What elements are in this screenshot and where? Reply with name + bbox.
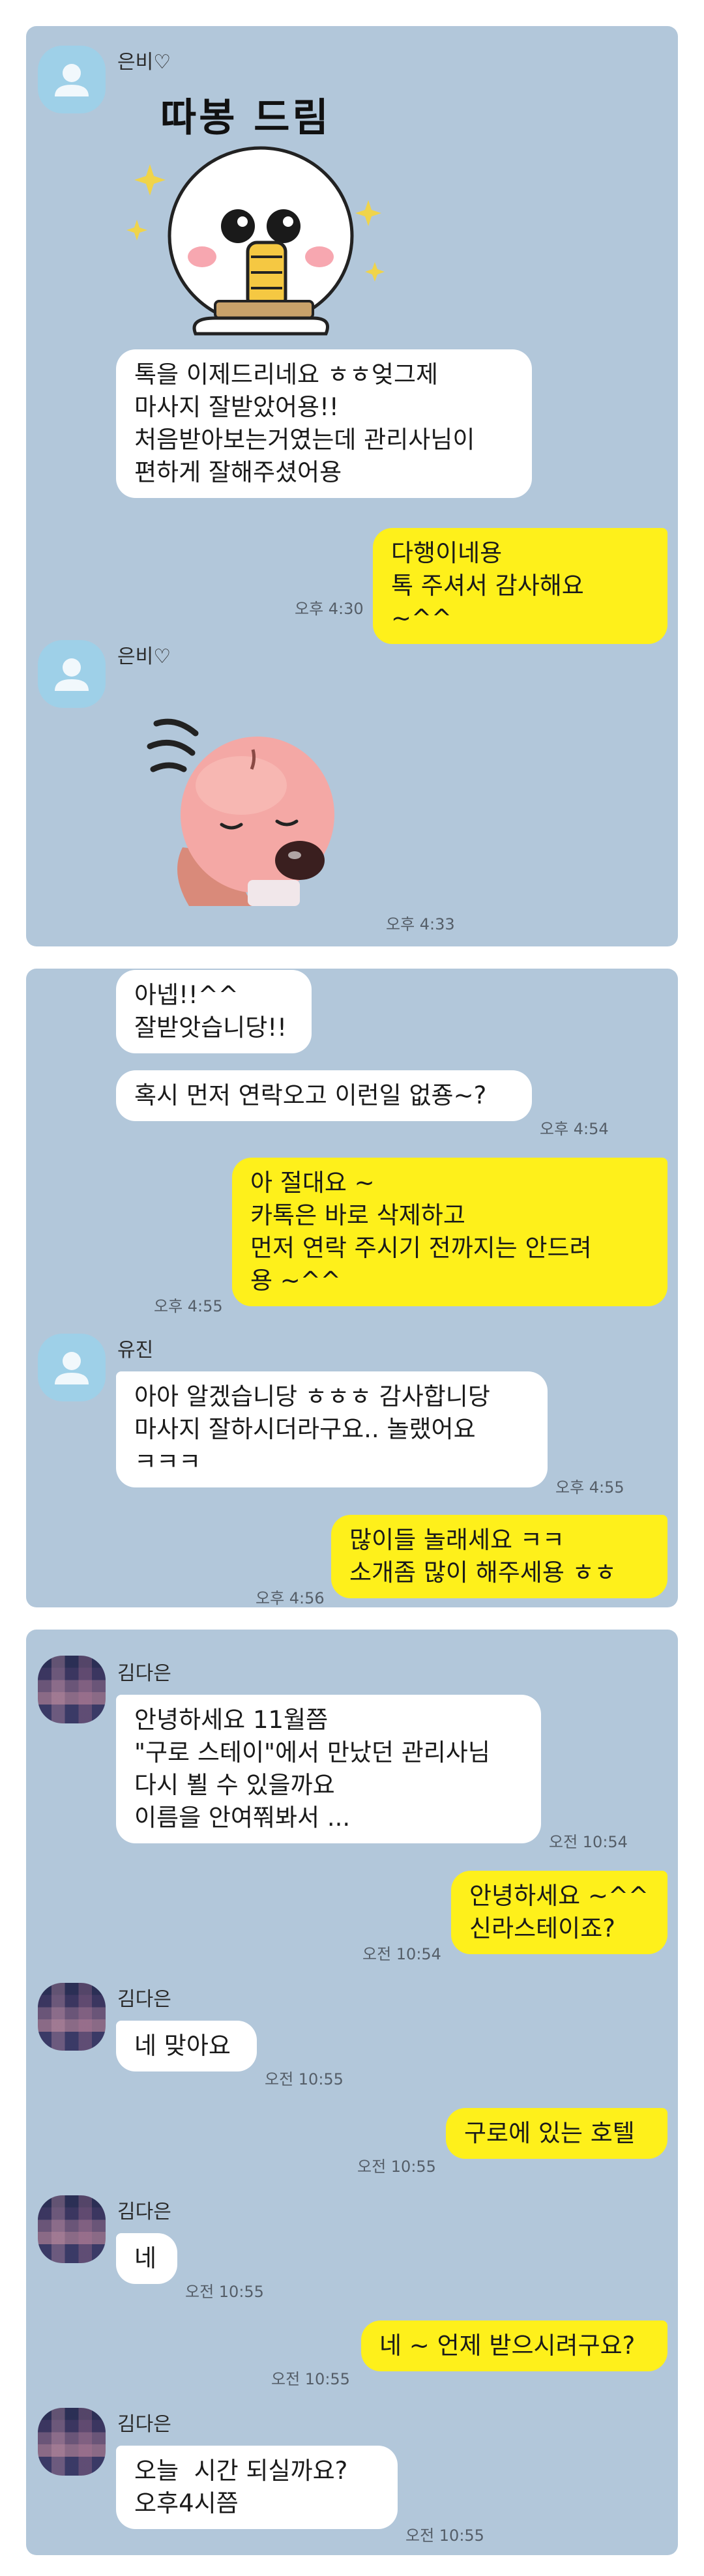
sender-name: 김다은 bbox=[117, 1662, 171, 1685]
message-time: 오전 10:54 bbox=[549, 1833, 628, 1851]
default-profile-icon bbox=[55, 658, 89, 691]
default-profile-icon bbox=[55, 64, 89, 96]
incoming-message[interactable]: 네 bbox=[116, 2233, 177, 2284]
chat-screenshot-1: 은비♡ 따봉 드림 톡을 이제드리네요 ㅎㅎ엊그제 마사지 잘받았어용!! 처음… bbox=[26, 26, 678, 946]
message-time: 오전 10:55 bbox=[185, 2283, 264, 2301]
message-time: 오후 4:54 bbox=[540, 1120, 609, 1138]
message-time: 오후 4:56 bbox=[256, 1589, 325, 1607]
thumbs-up-character-icon bbox=[126, 146, 385, 336]
pink-beaver-character-icon bbox=[147, 718, 334, 906]
message-time: 오전 10:55 bbox=[265, 2070, 344, 2088]
profile-avatar-photo[interactable] bbox=[38, 2195, 106, 2263]
message-time: 오전 10:55 bbox=[357, 2158, 436, 2176]
default-profile-icon bbox=[55, 1352, 89, 1384]
message-time: 오전 10:55 bbox=[405, 2526, 484, 2545]
outgoing-message[interactable]: 안녕하세요 ~^^ 신라스테이죠? bbox=[451, 1871, 667, 1954]
chat-screenshot-3: 김다은 안녕하세요 11월쯤 "구로 스테이"에서 만났던 관리사님 다시 뵐 … bbox=[26, 1630, 678, 2555]
sender-name: 김다은 bbox=[117, 1988, 171, 2011]
profile-avatar[interactable] bbox=[38, 640, 106, 708]
profile-avatar-photo[interactable] bbox=[38, 2408, 106, 2476]
outgoing-message[interactable]: 구로에 있는 호텔 bbox=[446, 2108, 667, 2159]
pink-beaver-sticker bbox=[143, 697, 352, 913]
profile-avatar-photo[interactable] bbox=[38, 1656, 106, 1723]
incoming-message[interactable]: 네 맞아요 bbox=[116, 2021, 257, 2071]
incoming-message[interactable]: 안녕하세요 11월쯤 "구로 스테이"에서 만났던 관리사님 다시 뵐 수 있을… bbox=[116, 1695, 541, 1843]
message-time: 오후 4:33 bbox=[386, 915, 455, 933]
outgoing-message[interactable]: 네 ~ 언제 받으시려구요? bbox=[361, 2320, 667, 2371]
sender-name: 유진 bbox=[117, 1339, 154, 1362]
message-time: 오후 4:55 bbox=[154, 1297, 223, 1315]
incoming-message[interactable]: 아아 알겠습니당 ㅎㅎㅎ 감사합니당 마사지 잘하시더라구요.. 놀랬어요 ㅋㅋ… bbox=[116, 1371, 548, 1487]
sender-name: 김다은 bbox=[117, 2201, 171, 2223]
thumbs-up-sticker: 따봉 드림 bbox=[117, 86, 404, 360]
message-time: 오전 10:55 bbox=[271, 2370, 350, 2388]
incoming-message[interactable]: 아넵!!^^ 잘받앗습니당!! bbox=[116, 970, 312, 1053]
profile-avatar-photo[interactable] bbox=[38, 1983, 106, 2051]
message-time: 오후 4:30 bbox=[295, 600, 364, 618]
sender-name: 김다은 bbox=[117, 2413, 171, 2436]
message-time: 오전 10:54 bbox=[362, 1945, 441, 1963]
sender-name: 은비♡ bbox=[117, 645, 171, 668]
sender-name: 은비♡ bbox=[117, 51, 171, 74]
profile-avatar[interactable] bbox=[38, 1334, 106, 1401]
message-time: 오후 4:55 bbox=[555, 1478, 624, 1497]
outgoing-message[interactable]: 아 절대요 ~ 카톡은 바로 삭제하고 먼저 연락 주시기 전까지는 안드려 용… bbox=[232, 1158, 667, 1306]
incoming-message[interactable]: 오늘 시간 되실까요? 오후4시쯤 bbox=[116, 2446, 398, 2529]
incoming-message[interactable]: 혹시 먼저 연락오고 이런일 없죵~? bbox=[116, 1070, 532, 1121]
profile-avatar[interactable] bbox=[38, 46, 106, 113]
outgoing-message[interactable]: 다행이네용 톡 주셔서 감사해요 ~^^ bbox=[373, 528, 667, 644]
chat-screenshot-2: 아넵!!^^ 잘받앗습니당!! 혹시 먼저 연락오고 이런일 없죵~? 오후 4… bbox=[26, 969, 678, 1607]
outgoing-message[interactable]: 많이들 놀래세요 ㅋㅋ 소개좀 많이 해주세용 ㅎㅎ bbox=[331, 1515, 667, 1598]
incoming-message[interactable]: 톡을 이제드리네요 ㅎㅎ엊그제 마사지 잘받았어용!! 처음받아보는거였는데 관… bbox=[116, 349, 532, 498]
